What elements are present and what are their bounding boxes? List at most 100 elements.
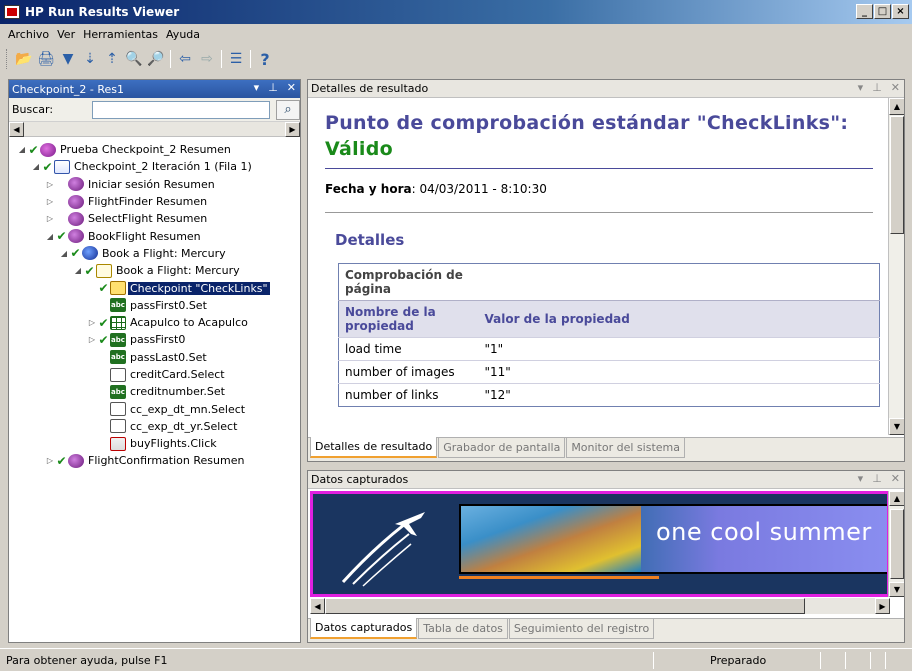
pin-icon[interactable]: ⊥ bbox=[268, 81, 278, 94]
tree-node[interactable]: ◢ ✔ Book a Flight: Mercury bbox=[9, 245, 300, 262]
tree-node-label: passFirst0 bbox=[130, 333, 186, 347]
passed-check-icon: ✔ bbox=[42, 159, 53, 174]
scroll-right-icon[interactable]: ▶ bbox=[285, 122, 300, 137]
expand-all-icon[interactable]: ⇣ bbox=[79, 48, 101, 70]
expand-toggle-icon[interactable]: ▷ bbox=[87, 335, 97, 344]
tree-node[interactable]: ▷ SelectFlight Resumen bbox=[9, 210, 300, 227]
expand-toggle-icon[interactable]: ▷ bbox=[45, 197, 55, 206]
menu-ayuda[interactable]: Ayuda bbox=[162, 28, 204, 41]
pane-menu-icon[interactable]: ▾ bbox=[858, 472, 864, 485]
expand-toggle-icon[interactable]: ◢ bbox=[73, 266, 83, 275]
tree-node-label: FlightConfirmation Resumen bbox=[88, 454, 245, 468]
scroll-track[interactable] bbox=[805, 598, 875, 614]
menu-ver[interactable]: Ver bbox=[53, 28, 79, 41]
expand-toggle-icon[interactable]: ▷ bbox=[45, 214, 55, 223]
tree-node-label: SelectFlight Resumen bbox=[88, 212, 208, 226]
tree-node[interactable]: ◢ ✔ Prueba Checkpoint_2 Resumen bbox=[9, 141, 300, 158]
scroll-thumb[interactable] bbox=[325, 598, 805, 614]
checkpoint-icon bbox=[110, 281, 126, 296]
tree-node-label: BookFlight Resumen bbox=[88, 229, 201, 243]
tab-result-details[interactable]: Detalles de resultado bbox=[310, 437, 438, 458]
scroll-left-icon[interactable]: ◀ bbox=[9, 122, 24, 137]
window-title: HP Run Results Viewer bbox=[25, 5, 180, 19]
tab-data-table[interactable]: Tabla de datos bbox=[418, 619, 508, 639]
scroll-up-icon[interactable]: ▲ bbox=[889, 491, 904, 506]
search-input[interactable] bbox=[92, 100, 270, 119]
menu-archivo[interactable]: Archivo bbox=[4, 28, 53, 41]
edit-field-icon: abc bbox=[110, 332, 126, 347]
pane-close-icon[interactable]: ✕ bbox=[891, 81, 900, 94]
action-icon bbox=[68, 229, 84, 244]
scroll-track[interactable] bbox=[24, 122, 285, 136]
checkpoint-heading-text: Punto de comprobación estándar "CheckLin… bbox=[325, 112, 849, 134]
help-icon[interactable]: ? bbox=[254, 48, 276, 70]
tree-node-label: Acapulco to Acapulco bbox=[130, 316, 248, 330]
tree-node[interactable]: ▷ ✔ abc passFirst0 bbox=[9, 331, 300, 348]
scroll-left-icon[interactable]: ◀ bbox=[310, 598, 325, 614]
tree-node[interactable]: ◢ ✔ Book a Flight: Mercury bbox=[9, 262, 300, 279]
result-details-content: Punto de comprobación estándar "CheckLin… bbox=[308, 98, 890, 435]
search-icon[interactable]: 🔍 bbox=[123, 48, 145, 70]
maximize-button[interactable]: □ bbox=[874, 4, 891, 19]
list-icon[interactable]: ☰ bbox=[225, 48, 247, 70]
expand-toggle-icon[interactable]: ◢ bbox=[59, 249, 69, 258]
minimize-button[interactable]: _ bbox=[856, 4, 873, 19]
tree-node[interactable]: creditCard.Select bbox=[9, 366, 300, 383]
expand-toggle-icon[interactable]: ▷ bbox=[87, 318, 97, 327]
tree-node[interactable]: ▷ ✔ Acapulco to Acapulco bbox=[9, 314, 300, 331]
filter-icon[interactable]: ▼ bbox=[57, 48, 79, 70]
iteration-icon bbox=[54, 159, 70, 174]
open-icon[interactable]: 📂 bbox=[13, 48, 35, 70]
expand-toggle-icon[interactable]: ▷ bbox=[45, 456, 55, 465]
scroll-down-icon[interactable]: ▼ bbox=[889, 582, 904, 597]
pane-menu-icon[interactable]: ▾ bbox=[858, 81, 864, 94]
pane-close-icon[interactable]: ✕ bbox=[287, 81, 296, 94]
tree-node[interactable]: ▷ FlightFinder Resumen bbox=[9, 193, 300, 210]
tree-node[interactable]: ✔ Checkpoint "CheckLinks" bbox=[9, 279, 300, 296]
tree-node[interactable]: abc passFirst0.Set bbox=[9, 297, 300, 314]
tree-node[interactable]: ▷ ✔ FlightConfirmation Resumen bbox=[9, 452, 300, 469]
tree-node[interactable]: ▷ Iniciar sesión Resumen bbox=[9, 176, 300, 193]
scroll-right-icon[interactable]: ▶ bbox=[875, 598, 890, 614]
tab-log-tracking[interactable]: Seguimiento del registro bbox=[508, 619, 655, 639]
expand-toggle-icon[interactable]: ◢ bbox=[45, 232, 55, 241]
captured-horizontal-scrollbar[interactable]: ◀ ▶ bbox=[310, 598, 890, 614]
toolbar-grip[interactable] bbox=[6, 49, 9, 69]
close-button[interactable]: × bbox=[892, 4, 909, 19]
tree-node[interactable]: abc passLast0.Set bbox=[9, 349, 300, 366]
tree-node[interactable]: cc_exp_dt_yr.Select bbox=[9, 418, 300, 435]
expand-toggle-icon[interactable]: ◢ bbox=[31, 162, 41, 171]
tree-node[interactable]: buyFlights.Click bbox=[9, 435, 300, 452]
forward-icon[interactable]: ⇨ bbox=[196, 48, 218, 70]
back-icon[interactable]: ⇦ bbox=[174, 48, 196, 70]
print-icon[interactable]: 🖨 bbox=[35, 48, 57, 70]
scroll-down-icon[interactable]: ▼ bbox=[889, 418, 904, 435]
tree-node[interactable]: ◢ ✔ BookFlight Resumen bbox=[9, 227, 300, 244]
expand-toggle-icon[interactable]: ◢ bbox=[17, 145, 27, 154]
expand-toggle-icon[interactable]: ▷ bbox=[45, 180, 55, 189]
tab-screen-recorder[interactable]: Grabador de pantalla bbox=[438, 438, 566, 458]
tab-captured-data[interactable]: Datos capturados bbox=[310, 618, 418, 639]
menu-herramientas[interactable]: Herramientas bbox=[79, 28, 162, 41]
pane-close-icon[interactable]: ✕ bbox=[891, 472, 900, 485]
tree-node[interactable]: cc_exp_dt_mn.Select bbox=[9, 400, 300, 417]
collapse-all-icon[interactable]: ⇡ bbox=[101, 48, 123, 70]
menu-bar: Archivo Ver Herramientas Ayuda bbox=[0, 24, 912, 44]
scroll-thumb[interactable] bbox=[890, 116, 904, 234]
pin-icon[interactable]: ⊥ bbox=[872, 81, 882, 94]
scroll-thumb[interactable] bbox=[890, 509, 904, 579]
search-label: Buscar: bbox=[12, 103, 54, 116]
tree-node[interactable]: ◢ ✔ Checkpoint_2 Iteración 1 (Fila 1) bbox=[9, 158, 300, 175]
tree-horizontal-scrollbar[interactable]: ◀ ▶ bbox=[9, 122, 300, 137]
pin-icon[interactable]: ⊥ bbox=[872, 472, 882, 485]
tree-node[interactable]: abc creditnumber.Set bbox=[9, 383, 300, 400]
search-button[interactable]: ⌕ bbox=[276, 99, 300, 120]
date-divider bbox=[325, 212, 873, 213]
details-vertical-scrollbar[interactable]: ▲ ▼ bbox=[888, 98, 904, 435]
pane-menu-icon[interactable]: ▾ bbox=[254, 81, 260, 94]
captured-vertical-scrollbar[interactable]: ▲ ▼ bbox=[888, 491, 904, 597]
find-next-icon[interactable]: 🔎 bbox=[145, 48, 167, 70]
tab-system-monitor[interactable]: Monitor del sistema bbox=[566, 438, 685, 458]
captured-screenshot: one cool summer bbox=[310, 491, 890, 597]
scroll-up-icon[interactable]: ▲ bbox=[889, 98, 904, 115]
